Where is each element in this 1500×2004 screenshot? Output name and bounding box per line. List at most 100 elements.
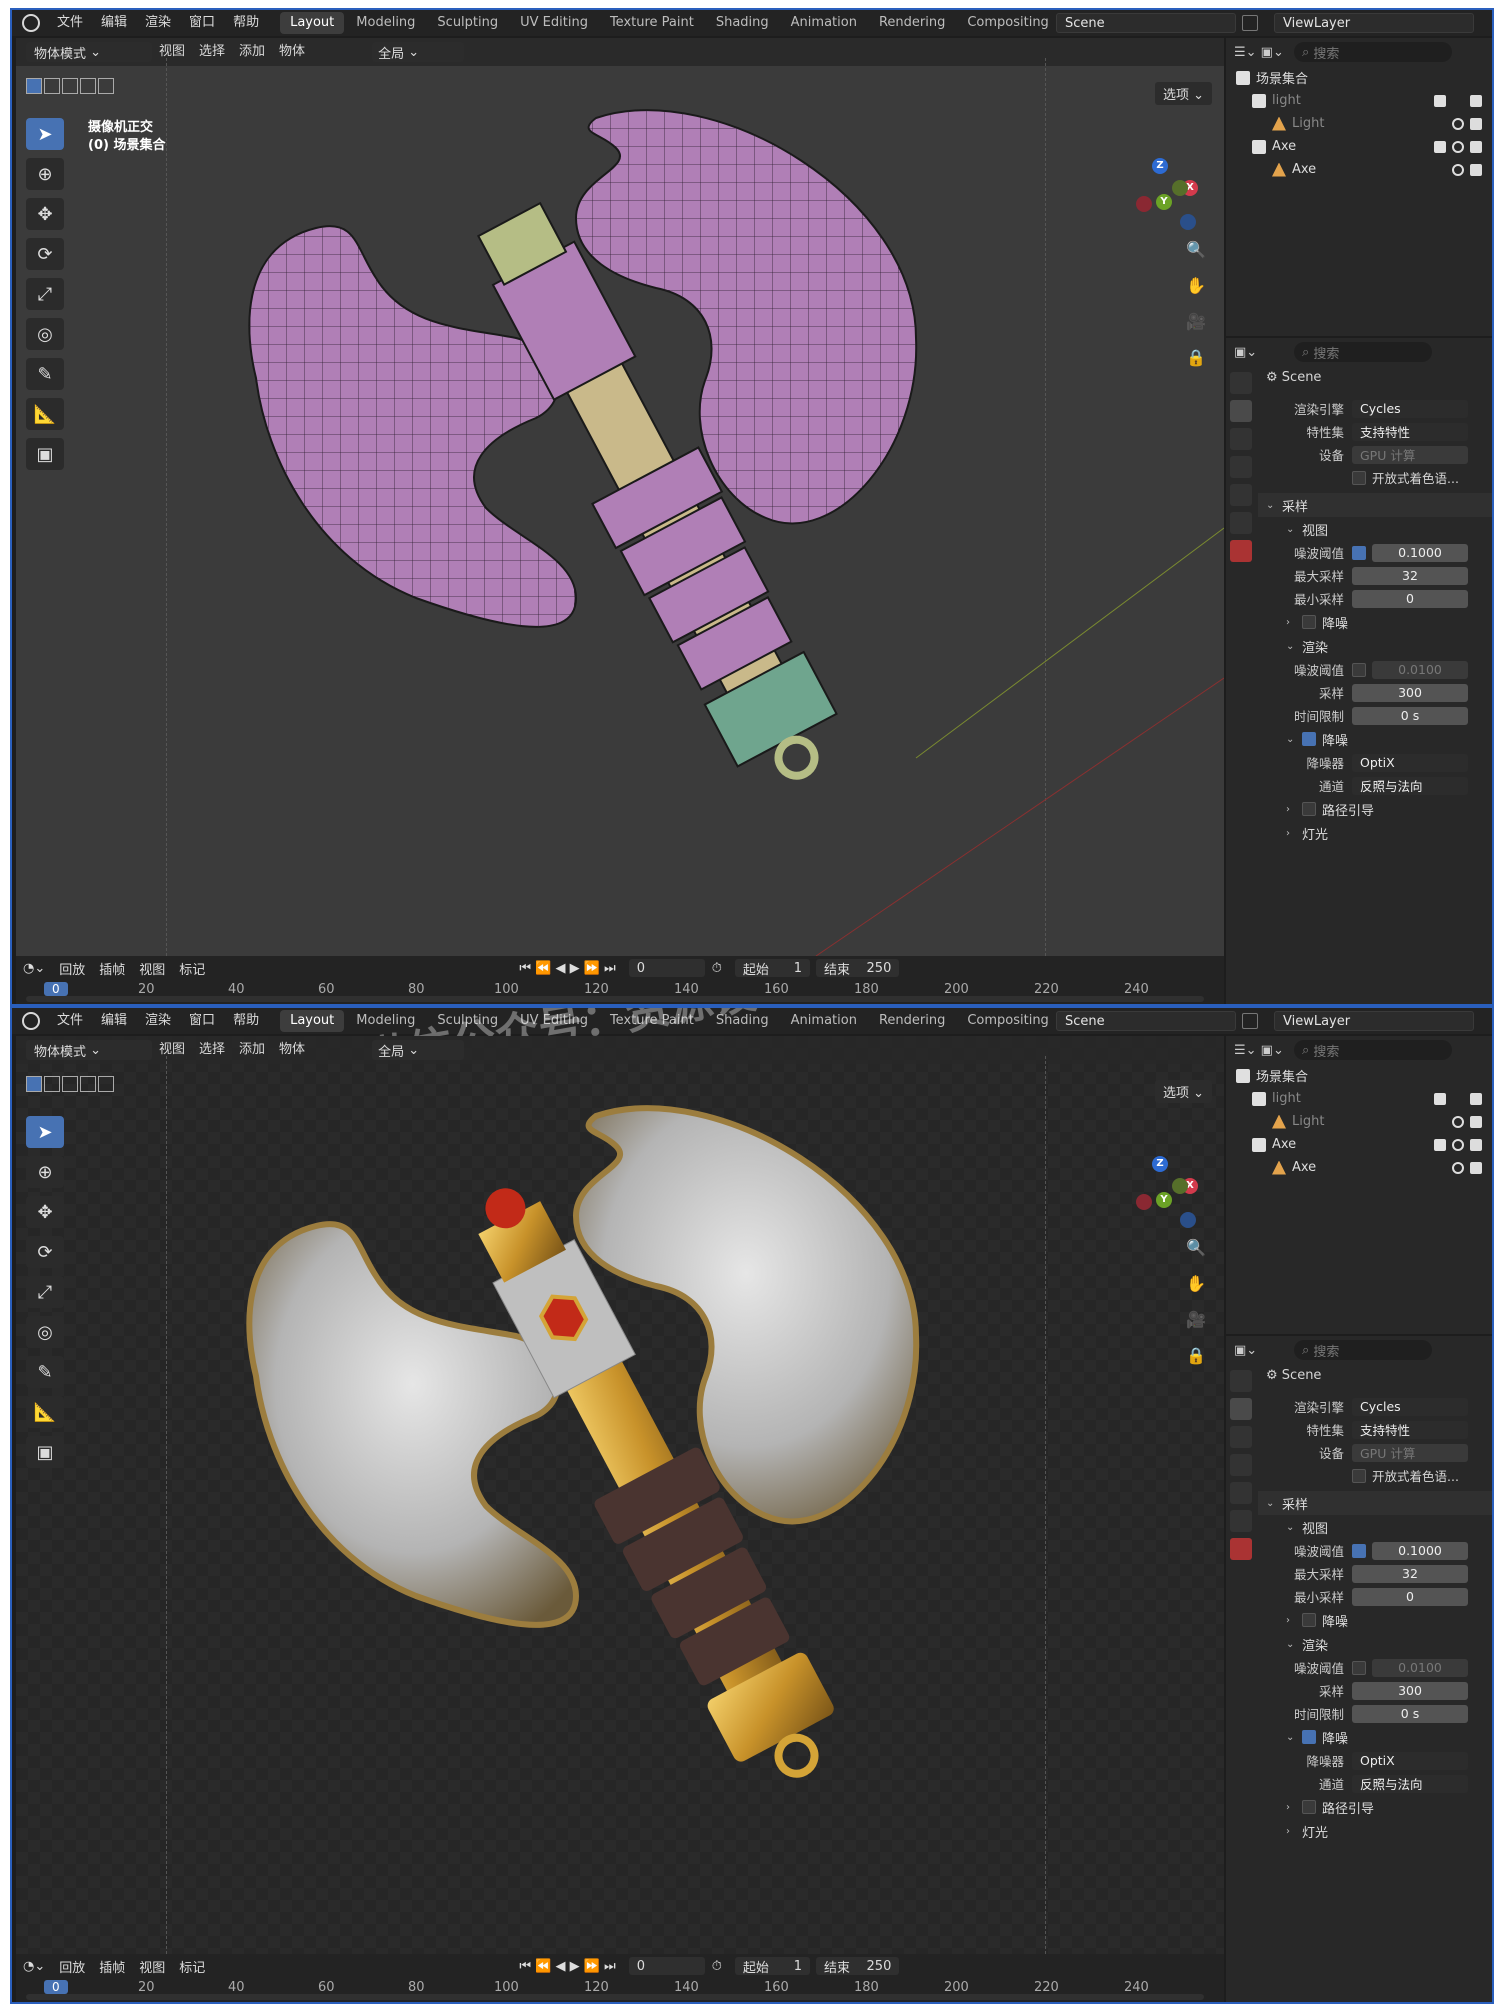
render-noise-threshold-field[interactable]: 0.0100 [1372,660,1468,679]
menu-help[interactable]: 帮助 [224,10,268,36]
viewport-denoise-checkbox[interactable] [1302,1613,1316,1627]
end-frame-field[interactable]: 结束 250 [815,959,900,978]
playback-controls[interactable]: ⏮ ⏪ ◀ ▶ ⏩ ⏭ [512,961,622,976]
menu-file[interactable]: 文件 [48,10,92,36]
outliner-row-axe-collection[interactable]: Axe [1226,135,1492,158]
tab-layout[interactable]: Layout [280,1010,345,1032]
render-icon[interactable] [1470,163,1482,176]
pan-hand-icon[interactable]: ✋ [1184,274,1208,298]
tab-texture-paint[interactable]: Texture Paint [600,12,704,34]
render-denoise-header[interactable]: ⌄ 降噪 [1258,1725,1492,1749]
3d-viewport[interactable]: 物体模式 ⌄ 视图 选择 添加 物体 全局 ⌄ 摄像机正交 (0) 场景集合 选… [16,38,1224,956]
max-samples-field[interactable]: 32 [1352,1564,1468,1583]
osl-checkbox[interactable] [1352,1468,1366,1483]
frame-cursor[interactable]: 0 [44,1980,68,1994]
outliner-row-axe-collection[interactable]: Axe [1226,1133,1492,1156]
pan-hand-icon[interactable]: ✋ [1184,1272,1208,1296]
eye-icon[interactable] [1452,117,1464,130]
camera-view-icon[interactable]: 🎥 [1184,310,1208,334]
3d-viewport[interactable]: 物体模式 ⌄ 视图 选择 添加 物体 全局 ⌄ 选项 ⌄ ➤ ⊕ ✥ ⟳ ⤢ ◎… [16,1036,1224,1954]
menu-file[interactable]: 文件 [48,1008,92,1034]
checkbox-icon[interactable] [1434,1138,1446,1151]
gizmo-neg-z-icon[interactable] [1180,214,1196,230]
timeline-ruler[interactable]: 0 20 40 60 80 100 120 140 160 180 200 22… [16,1978,1224,2002]
render-icon[interactable] [1470,1161,1482,1174]
sampling-panel-header[interactable]: ⌄ 采样 [1258,1491,1492,1515]
axe-wireframe-model[interactable] [16,38,1224,956]
scene-tab-icon[interactable] [1230,1482,1252,1504]
tab-animation[interactable]: Animation [781,12,867,34]
render-engine-select[interactable]: Cycles [1352,399,1468,418]
new-scene-icon[interactable] [1242,1013,1258,1029]
navigation-gizmo[interactable]: Z X Y [1132,158,1212,238]
gizmo-neg-y-icon[interactable] [1172,180,1188,196]
blender-logo-icon[interactable] [22,14,40,32]
render-icon[interactable] [1470,1115,1482,1128]
noise-threshold-checkbox[interactable] [1352,1543,1366,1558]
render-icon[interactable] [1470,1138,1482,1151]
tab-modeling[interactable]: Modeling [346,12,425,34]
time-limit-field[interactable]: 0 s [1352,1704,1468,1723]
outliner-row-light[interactable]: Light [1226,112,1492,135]
new-scene-icon[interactable] [1242,15,1258,31]
end-frame-field[interactable]: 结束 250 [815,1957,900,1976]
lock-icon[interactable]: 🔒 [1184,346,1208,370]
lock-icon[interactable]: 🔒 [1184,1344,1208,1368]
checkbox-icon[interactable] [1434,1092,1446,1105]
menu-marker[interactable]: 标记 [172,959,212,978]
feature-set-select[interactable]: 支持特性 [1352,422,1468,441]
tool-tab-icon[interactable] [1230,372,1252,394]
tab-rendering[interactable]: Rendering [869,12,955,34]
render-noise-threshold-checkbox[interactable] [1352,1660,1366,1675]
gizmo-neg-x-icon[interactable] [1136,196,1152,212]
outliner-row-light[interactable]: Light [1226,1110,1492,1133]
render-icon[interactable] [1470,117,1482,130]
menu-window[interactable]: 窗口 [180,1008,224,1034]
min-samples-field[interactable]: 0 [1352,1587,1468,1606]
outliner-row-axe[interactable]: Axe [1226,158,1492,181]
checkbox-icon[interactable] [1434,94,1446,107]
viewport-denoise-checkbox[interactable] [1302,615,1316,629]
viewport-subpanel-header[interactable]: ⌄ 视图 [1258,1515,1492,1539]
path-guiding-header[interactable]: › 路径引导 [1258,1795,1492,1819]
device-select[interactable]: GPU 计算 [1352,1443,1468,1462]
denoiser-select[interactable]: OptiX [1352,753,1468,772]
view-layer-selector[interactable]: ViewLayer [1274,13,1474,33]
tab-uv-editing[interactable]: UV Editing [510,1010,598,1032]
menu-keying[interactable]: 插帧 [92,1957,132,1976]
stopwatch-icon[interactable]: ⏱ [705,961,729,976]
path-guiding-header[interactable]: › 路径引导 [1258,797,1492,821]
scene-tab-icon[interactable] [1230,484,1252,506]
tab-compositing[interactable]: Compositing [957,1010,1059,1032]
tab-layout[interactable]: Layout [280,12,345,34]
timeline-editor-icon[interactable]: ◔⌄ [16,1959,52,1974]
zoom-icon[interactable]: 🔍 [1184,238,1208,262]
timeline-scrollbar[interactable] [26,1994,1204,2000]
eye-icon[interactable] [1452,140,1464,153]
render-denoise-checkbox[interactable] [1302,732,1316,746]
lights-header[interactable]: › 灯光 [1258,821,1492,845]
menu-playback[interactable]: 回放 [52,1957,92,1976]
world-tab-icon[interactable] [1230,1510,1252,1532]
outliner-display-icon[interactable]: ☰⌄ ▣⌄ [1234,45,1294,60]
menu-render[interactable]: 渲染 [136,1008,180,1034]
eye-hidden-icon[interactable] [1452,1093,1464,1105]
gizmo-z-icon[interactable]: Z [1152,1156,1168,1172]
feature-set-select[interactable]: 支持特性 [1352,1420,1468,1439]
osl-checkbox[interactable] [1352,470,1366,485]
render-icon[interactable] [1470,94,1482,107]
checkbox-icon[interactable] [1434,140,1446,153]
menu-marker[interactable]: 标记 [172,1957,212,1976]
properties-search[interactable]: ⌕ 搜索 [1294,1340,1432,1360]
eye-hidden-icon[interactable] [1452,95,1464,107]
eye-icon[interactable] [1452,1161,1464,1174]
navigation-gizmo[interactable]: Z X Y [1132,1156,1212,1236]
menu-edit[interactable]: 编辑 [92,1008,136,1034]
gizmo-z-icon[interactable]: Z [1152,158,1168,174]
outliner-search[interactable]: ⌕ 搜索 [1294,1040,1452,1060]
outliner-root[interactable]: 场景集合 [1226,66,1492,89]
min-samples-field[interactable]: 0 [1352,589,1468,608]
path-guiding-checkbox[interactable] [1302,802,1316,816]
properties-search[interactable]: ⌕ 搜索 [1294,342,1432,362]
render-noise-threshold-checkbox[interactable] [1352,662,1366,677]
